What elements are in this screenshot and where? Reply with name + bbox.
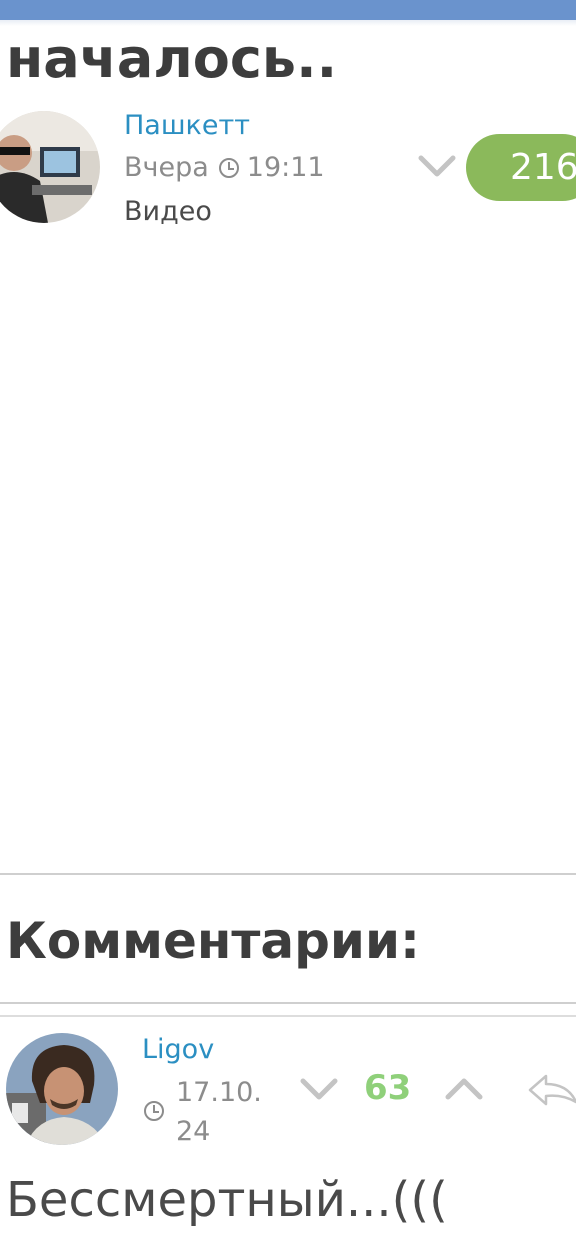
comment-vote-down-button[interactable] — [300, 1075, 338, 1107]
top-bar — [0, 0, 576, 20]
post-rating-value: 216 — [510, 147, 576, 188]
chevron-down-icon — [418, 155, 456, 177]
comment-divider — [0, 1015, 576, 1017]
reply-arrow-icon — [528, 1074, 576, 1106]
post-category[interactable]: Видео — [124, 196, 212, 227]
post-title: началось.. — [6, 27, 338, 90]
chevron-up-icon — [445, 1078, 483, 1100]
comments-heading: Комментарии: — [6, 912, 420, 970]
post-date: Вчера — [124, 152, 209, 183]
comment-date-line1: 17.10. — [176, 1077, 262, 1108]
comment-vote-up-button[interactable] — [445, 1075, 483, 1107]
comment-rating: 63 — [364, 1068, 412, 1108]
comment-author-name[interactable]: Ligov — [142, 1034, 214, 1065]
post-author-avatar[interactable] — [0, 111, 100, 223]
clock-icon — [218, 157, 239, 178]
comment-author-avatar[interactable] — [6, 1033, 118, 1145]
comment-date-line2: 24 — [176, 1116, 211, 1147]
comments-divider-top — [0, 873, 576, 875]
post-author-name[interactable]: Пашкетт — [124, 110, 250, 141]
post-time: 19:11 — [246, 152, 325, 183]
comments-divider-bottom — [0, 1002, 576, 1004]
comment-text: Бессмертный...((( — [6, 1172, 448, 1228]
chevron-down-icon — [300, 1078, 338, 1100]
clock-icon — [144, 1101, 164, 1121]
post-vote-down-button[interactable] — [418, 152, 456, 184]
comment-reply-button[interactable] — [526, 1072, 576, 1112]
post-rating-badge: 216 — [466, 134, 576, 201]
post-meta: Вчера 19:11 — [124, 152, 325, 183]
